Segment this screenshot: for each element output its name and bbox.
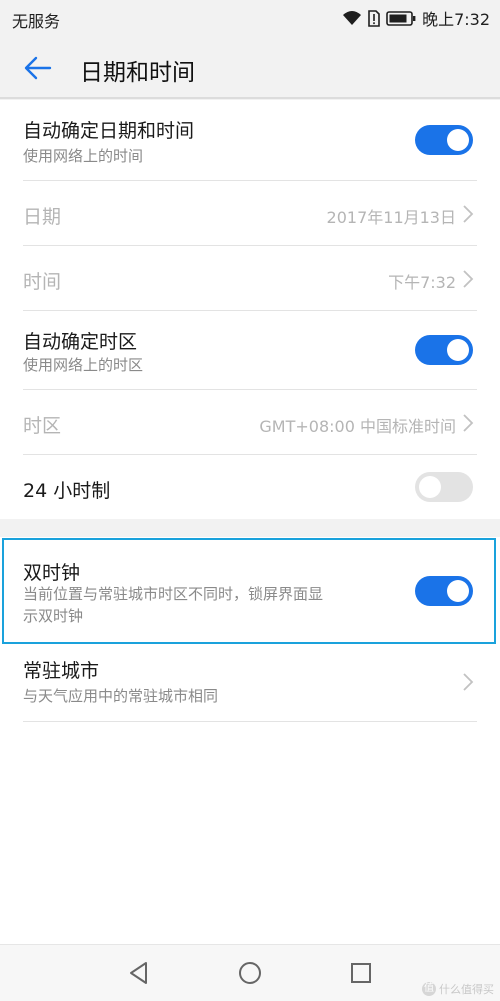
setting-title: 常驻城市: [23, 660, 100, 682]
battery-icon: [386, 10, 416, 26]
arrow-left-icon: [24, 56, 52, 80]
highlight-frame: [2, 538, 496, 644]
chevron-right-icon: [463, 414, 474, 432]
setting-title: 日期: [23, 206, 62, 228]
toggle-knob: [447, 339, 469, 361]
status-icons: 晚上7:32: [342, 7, 490, 29]
setting-title: 时区: [23, 415, 62, 437]
watermark: 值 什么值得买: [422, 981, 494, 997]
app-bar: 日期和时间: [0, 36, 500, 100]
setting-subtitle: 与天气应用中的常驻城市相同: [23, 687, 219, 705]
setting-title: 时间: [23, 271, 62, 293]
clock-label: 晚上7:32: [422, 10, 490, 29]
time-value: 下午7:32: [388, 273, 456, 292]
setting-time: 时间 下午7:32: [0, 246, 500, 310]
setting-subtitle: 使用网络上的时间: [23, 147, 144, 165]
section-separator: [0, 519, 500, 537]
square-recent-icon[interactable]: [347, 959, 375, 987]
sim-alert-icon: [368, 9, 380, 27]
watermark-text: 什么值得买: [439, 983, 494, 996]
triangle-back-icon[interactable]: [125, 959, 153, 987]
carrier-label: 无服务: [12, 12, 61, 31]
hour24-toggle[interactable]: [415, 472, 473, 502]
auto-datetime-toggle[interactable]: [415, 125, 473, 155]
chevron-right-icon: [463, 270, 474, 288]
auto-timezone-toggle[interactable]: [415, 335, 473, 365]
wifi-icon: [343, 11, 362, 25]
setting-title: 24 小时制: [23, 480, 111, 502]
date-value: 2017年11月13日: [326, 208, 456, 227]
status-bar: 无服务 晚上7:32: [0, 0, 500, 36]
timezone-value: GMT+08:00 中国标准时间: [259, 417, 456, 436]
toggle-knob: [419, 476, 441, 498]
row-divider: [23, 721, 477, 722]
setting-auto-datetime[interactable]: 自动确定日期和时间 使用网络上的时间: [0, 100, 500, 180]
setting-subtitle: 使用网络上的时区: [23, 356, 144, 374]
chevron-right-icon: [463, 673, 474, 691]
back-button[interactable]: [14, 48, 62, 88]
app-bar-divider: [0, 97, 500, 99]
setting-title: 自动确定时区: [23, 331, 138, 353]
setting-title: 自动确定日期和时间: [23, 120, 195, 142]
setting-auto-timezone[interactable]: 自动确定时区 使用网络上的时区: [0, 311, 500, 389]
navigation-bar: 值 什么值得买: [0, 944, 500, 1001]
setting-timezone: 时区 GMT+08:00 中国标准时间: [0, 390, 500, 454]
chevron-right-icon: [463, 205, 474, 223]
setting-home-city[interactable]: 常驻城市 与天气应用中的常驻城市相同: [0, 643, 500, 721]
setting-24-hour[interactable]: 24 小时制: [0, 455, 500, 519]
page-title: 日期和时间: [80, 60, 195, 86]
watermark-logo: 值: [422, 982, 436, 996]
circle-home-icon[interactable]: [236, 959, 264, 987]
toggle-knob: [447, 129, 469, 151]
setting-date: 日期 2017年11月13日: [0, 181, 500, 245]
